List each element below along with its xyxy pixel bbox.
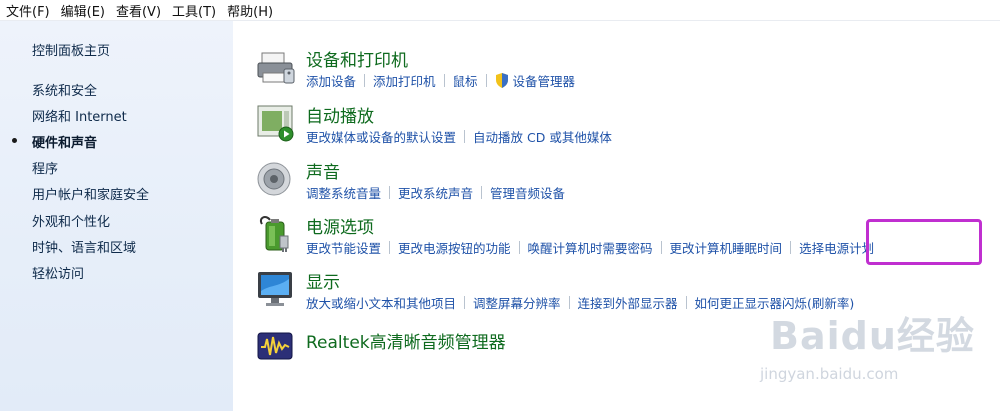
category-title-devices-printers[interactable]: 设备和打印机 <box>306 46 408 71</box>
category-title-power-options[interactable]: 电源选项 <box>306 213 374 238</box>
battery-icon[interactable] <box>256 214 296 254</box>
separator <box>481 186 483 199</box>
autoplay-icon[interactable] <box>256 103 296 143</box>
sidebar-home-link[interactable]: 控制面板主页 <box>32 40 110 59</box>
separator <box>660 241 662 254</box>
link-autoplay-cd[interactable]: 自动播放 CD 或其他媒体 <box>473 127 612 146</box>
link-change-system-sounds[interactable]: 更改系统声音 <box>398 183 473 202</box>
menu-bar: 文件(F) 编辑(E) 查看(V) 工具(T) 帮助(H) <box>0 0 1000 21</box>
category-title-sound[interactable]: 声音 <box>306 158 340 183</box>
baidu-watermark-logo: Baidu经验 <box>770 314 975 358</box>
sidebar: 控制面板主页 系统和安全 网络和 Internet 硬件和声音 程序 用户帐户和… <box>0 21 233 411</box>
menu-view[interactable]: 查看(V) <box>110 1 166 20</box>
separator <box>485 74 487 87</box>
separator <box>790 241 792 254</box>
link-change-power-saving[interactable]: 更改节能设置 <box>306 238 381 257</box>
separator <box>464 130 466 143</box>
menu-help[interactable]: 帮助(H) <box>221 1 278 20</box>
sidebar-item-user-accounts[interactable]: 用户帐户和家庭安全 <box>32 184 149 203</box>
link-zoom-text[interactable]: 放大或缩小文本和其他项目 <box>306 293 456 312</box>
active-bullet <box>12 138 17 143</box>
menu-file[interactable]: 文件(F) <box>0 1 55 20</box>
realtek-audio-icon[interactable] <box>256 327 296 367</box>
separator <box>464 296 466 309</box>
link-choose-power-plan[interactable]: 选择电源计划 <box>799 238 874 257</box>
category-title-realtek[interactable]: Realtek高清晰音频管理器 <box>306 328 506 353</box>
separator <box>364 74 366 87</box>
power-options-links: 更改节能设置 更改电源按钮的功能 唤醒计算机时需要密码 更改计算机睡眠时间 选择… <box>306 238 874 257</box>
link-connect-external-display[interactable]: 连接到外部显示器 <box>578 293 678 312</box>
baidu-watermark-url: jingyan.baidu.com <box>760 365 899 383</box>
separator <box>443 74 445 87</box>
menu-tools[interactable]: 工具(T) <box>166 1 221 20</box>
link-change-power-buttons[interactable]: 更改电源按钮的功能 <box>398 238 511 257</box>
sidebar-item-network[interactable]: 网络和 Internet <box>32 106 127 125</box>
sound-links: 调整系统音量 更改系统声音 管理音频设备 <box>306 183 565 202</box>
uac-shield-icon <box>495 73 508 88</box>
sidebar-item-hardware-sound[interactable]: 硬件和声音 <box>32 132 97 151</box>
sidebar-item-appearance[interactable]: 外观和个性化 <box>32 211 110 230</box>
link-change-sleep-time[interactable]: 更改计算机睡眠时间 <box>670 238 783 257</box>
highlight-box <box>866 219 982 265</box>
link-add-printer[interactable]: 添加打印机 <box>373 71 436 90</box>
link-adjust-resolution[interactable]: 调整屏幕分辨率 <box>473 293 561 312</box>
printer-icon[interactable] <box>256 47 296 87</box>
link-mouse[interactable]: 鼠标 <box>453 71 478 90</box>
separator <box>389 241 391 254</box>
sidebar-item-clock-language[interactable]: 时钟、语言和区域 <box>32 237 136 256</box>
separator <box>568 296 570 309</box>
speaker-icon[interactable] <box>256 159 296 199</box>
link-change-media-defaults[interactable]: 更改媒体或设备的默认设置 <box>306 127 456 146</box>
menu-edit[interactable]: 编辑(E) <box>55 1 110 20</box>
sidebar-item-ease-of-access[interactable]: 轻松访问 <box>32 263 84 282</box>
category-title-display[interactable]: 显示 <box>306 268 340 293</box>
link-device-manager[interactable]: 设备管理器 <box>513 71 576 90</box>
autoplay-links: 更改媒体或设备的默认设置 自动播放 CD 或其他媒体 <box>306 127 612 146</box>
separator <box>685 296 687 309</box>
link-manage-audio-devices[interactable]: 管理音频设备 <box>490 183 565 202</box>
sidebar-item-system-security[interactable]: 系统和安全 <box>32 80 97 99</box>
category-title-autoplay[interactable]: 自动播放 <box>306 102 374 127</box>
link-require-password-on-wakeup[interactable]: 唤醒计算机时需要密码 <box>528 238 653 257</box>
link-add-device[interactable]: 添加设备 <box>306 71 356 90</box>
devices-printers-links: 添加设备 添加打印机 鼠标 设备管理器 <box>306 71 575 90</box>
sidebar-item-programs[interactable]: 程序 <box>32 158 58 177</box>
separator <box>389 186 391 199</box>
separator <box>518 241 520 254</box>
monitor-icon[interactable] <box>256 269 296 309</box>
link-adjust-volume[interactable]: 调整系统音量 <box>306 183 381 202</box>
